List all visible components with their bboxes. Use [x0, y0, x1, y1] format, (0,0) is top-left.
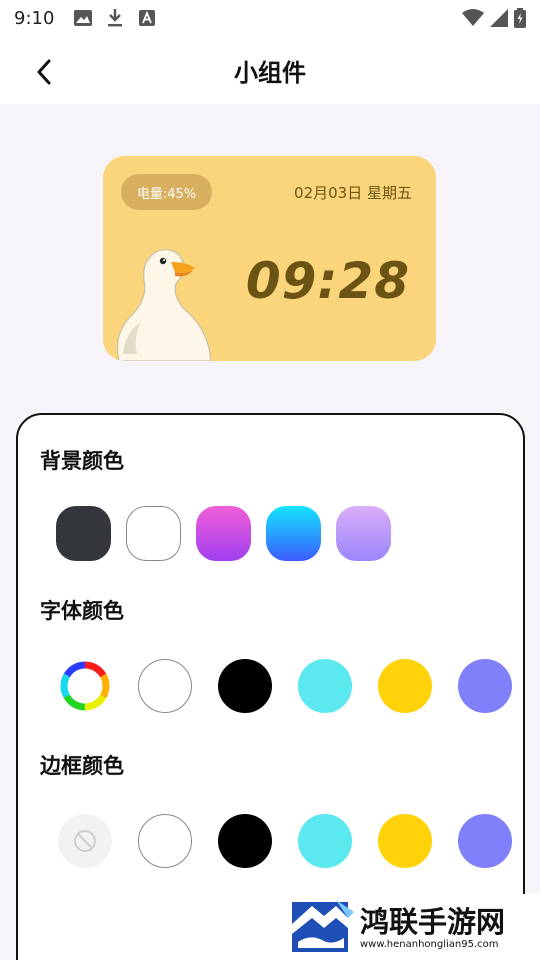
border-swatch-black[interactable] — [218, 814, 272, 868]
border-swatch-white[interactable] — [138, 814, 192, 868]
signal-icon — [490, 9, 508, 27]
border-swatch-cyan[interactable] — [298, 814, 352, 868]
status-time: 9:10 — [14, 7, 55, 29]
settings-card: 背景颜色 字体颜色 边框颜色 — [16, 413, 525, 960]
battery-icon — [514, 8, 526, 28]
status-notification-icons — [74, 9, 156, 27]
widget-date: 02月03日 星期五 — [294, 184, 412, 202]
font-swatch-black[interactable] — [218, 659, 272, 713]
watermark-logo-icon — [292, 900, 354, 952]
watermark-title: 鸿联手游网 — [360, 904, 506, 939]
watermark: 鸿联手游网 www.henanhonglian95.com — [282, 894, 540, 960]
bg-swatch-white[interactable] — [126, 506, 181, 561]
widget-preview: 电量:45% 02月03日 星期五 09:28 — [103, 156, 436, 361]
border-swatch-yellow[interactable] — [378, 814, 432, 868]
battery-badge: 电量:45% — [121, 174, 212, 210]
bg-swatch-cyan-blue[interactable] — [266, 506, 321, 561]
color-wheel-icon — [59, 660, 111, 712]
bg-swatch-dark-gray[interactable] — [56, 506, 111, 561]
bg-swatch-pink-purple[interactable] — [196, 506, 251, 561]
page-title: 小组件 — [234, 58, 306, 87]
watermark-url: www.henanhonglian95.com — [360, 938, 499, 950]
bg-swatch-lavender[interactable] — [336, 506, 391, 561]
watermark-text: 鸿联手游网 www.henanhonglian95.com — [360, 905, 505, 950]
no-color-icon — [74, 830, 96, 852]
font-swatch-white[interactable] — [138, 659, 192, 713]
chevron-left-icon — [37, 59, 51, 85]
app-header: 小组件 — [0, 36, 540, 104]
font-swatch-yellow[interactable] — [378, 659, 432, 713]
duck-illustration — [116, 249, 211, 361]
image-icon — [74, 9, 93, 27]
font-icon — [138, 9, 156, 27]
border-swatch-periwinkle[interactable] — [458, 814, 512, 868]
font-swatch-cyan[interactable] — [298, 659, 352, 713]
background-color-title: 背景颜色 — [40, 449, 124, 473]
font-color-picker[interactable] — [58, 659, 112, 713]
status-system-icons — [462, 8, 526, 28]
font-swatch-periwinkle[interactable] — [458, 659, 512, 713]
border-swatch-none[interactable] — [58, 814, 112, 868]
download-icon — [106, 9, 124, 27]
border-color-title: 边框颜色 — [40, 754, 124, 778]
back-button[interactable] — [26, 54, 62, 90]
font-color-title: 字体颜色 — [40, 599, 124, 623]
widget-time: 09:28 — [245, 252, 410, 310]
status-bar: 9:10 — [0, 0, 540, 36]
wifi-icon — [462, 9, 484, 27]
